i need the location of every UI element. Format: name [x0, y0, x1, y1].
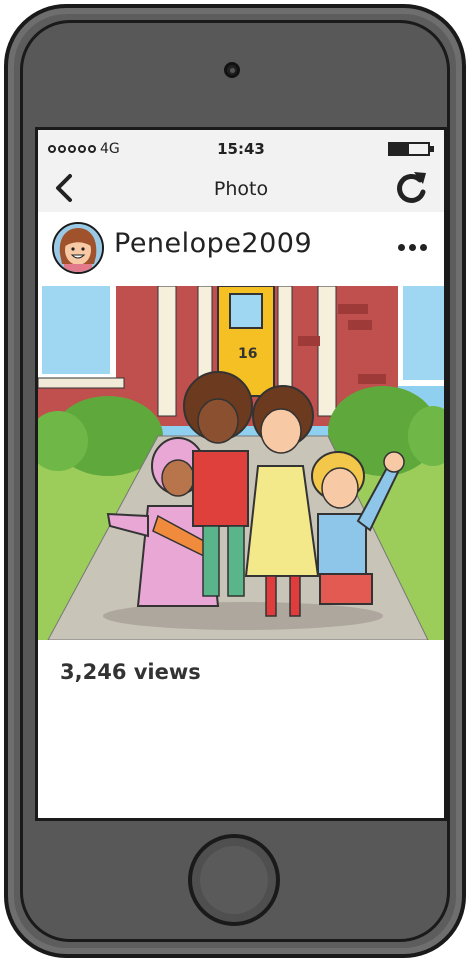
navigation-bar: Photo: [38, 164, 444, 213]
battery-level: [390, 144, 409, 154]
post-photo[interactable]: 16: [38, 286, 444, 640]
avatar[interactable]: [52, 222, 104, 274]
refresh-button[interactable]: [392, 168, 432, 208]
more-horizontal-icon: [397, 243, 405, 251]
front-camera-icon: [224, 62, 240, 78]
children-group-photo: 16: [38, 286, 444, 640]
battery-icon: [388, 142, 434, 156]
phone-screen: 4G 15:43 Photo Penelope2009 16 3,246 vie…: [35, 127, 447, 821]
status-time: 15:43: [217, 140, 265, 158]
refresh-icon: [397, 172, 426, 203]
svg-text:16: 16: [238, 346, 257, 362]
username[interactable]: Penelope2009: [114, 228, 312, 259]
status-bar: 4G 15:43: [38, 130, 444, 164]
home-button[interactable]: [188, 834, 280, 926]
avatar-face-icon: [54, 224, 102, 272]
post-header: Penelope2009: [38, 212, 444, 286]
page-title: Photo: [213, 178, 269, 200]
more-options-button[interactable]: [392, 232, 432, 262]
view-count: 3,246 views: [60, 660, 201, 684]
